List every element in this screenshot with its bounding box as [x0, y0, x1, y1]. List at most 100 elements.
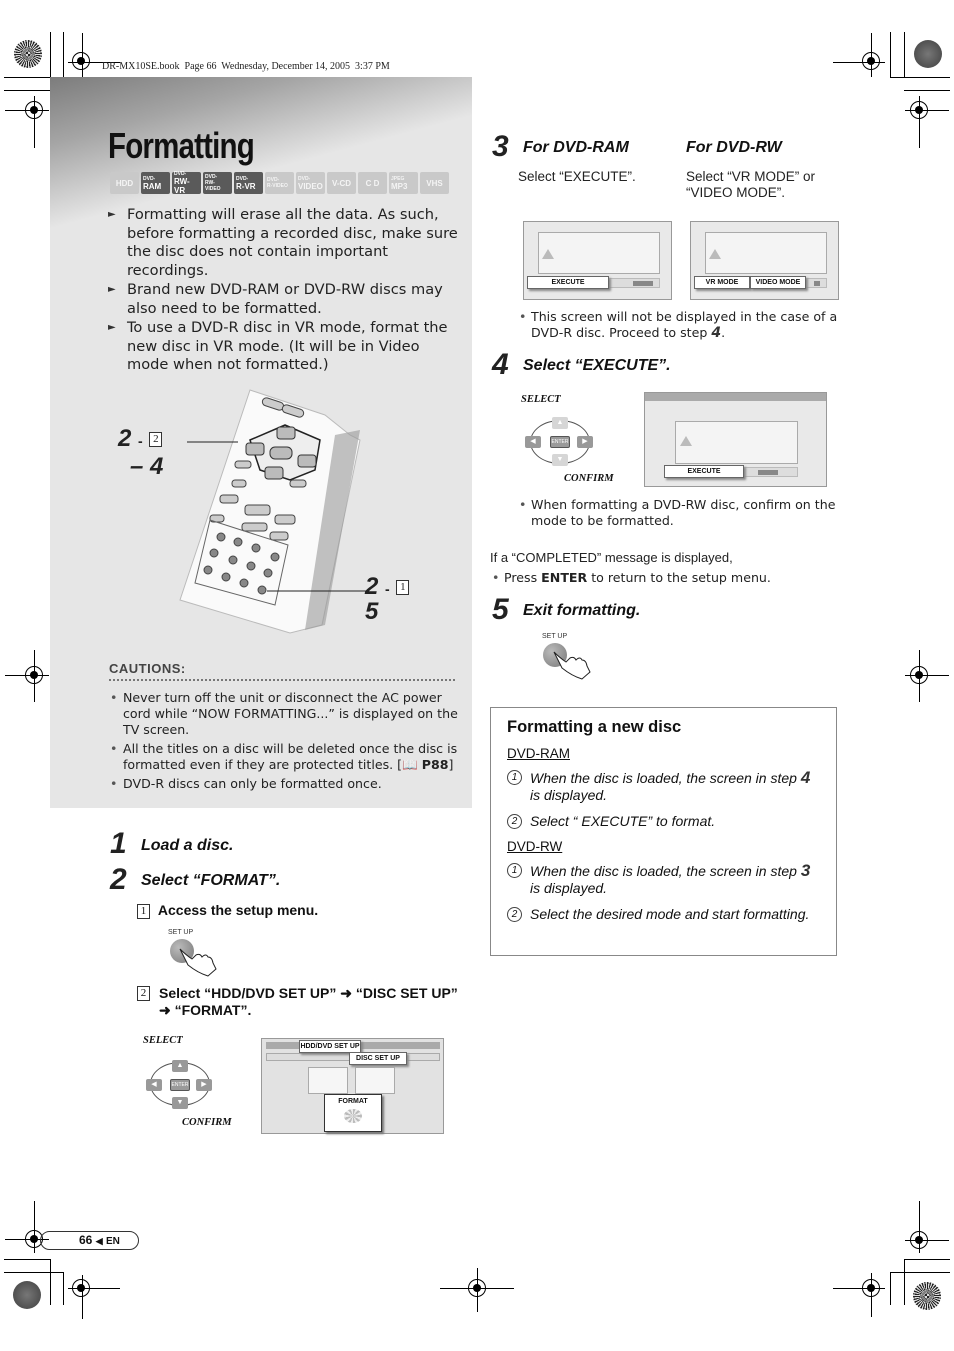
disc-badge: DVD- R-VIDEO [265, 172, 294, 194]
formatting-new-disc-box: Formatting a new disc DVD-RAM 1 When the… [490, 707, 837, 956]
step3-note: This screen will not be displayed in the… [517, 309, 839, 341]
page-title: Formatting [108, 125, 255, 166]
infobox-item: 1 When the disc is loaded, the screen in… [507, 769, 820, 804]
circled-number: 1 [507, 863, 522, 878]
disc-badge: HDD [110, 172, 139, 194]
vr-mode-option: VR MODE [694, 276, 750, 289]
step-number: 3 [492, 130, 509, 163]
left-triangle-icon: ◀ [95, 1236, 103, 1246]
intro-bullets: ► Formatting will erase all the data. As … [108, 206, 458, 376]
up-arrow-icon: ▲ [172, 1060, 188, 1072]
print-header: DR-MX10SE.book Page 66 Wednesday, Decemb… [102, 61, 390, 72]
warning-icon [709, 249, 721, 259]
select-label: SELECT [143, 1035, 183, 1046]
substep-1: 1 Access the setup menu. [137, 902, 318, 919]
dvd-ram-instruction: Select “EXECUTE”. [518, 169, 636, 184]
registration-disc-icon [14, 40, 42, 68]
execute-screen: EXECUTE [644, 392, 827, 487]
format-option: FORMAT [324, 1094, 382, 1132]
dvd-rw-instruction: Select “VR MODE” or “VIDEO MODE”. [686, 169, 816, 200]
step-number: 5 [492, 593, 509, 626]
disc-badge: DVD- R-VR [234, 172, 263, 194]
disc-badge: DVD- RW-VIDEO [203, 172, 232, 194]
step-title: Select “EXECUTE”. [523, 357, 671, 374]
disc-icon [344, 1109, 362, 1123]
execute-option: EXECUTE [664, 465, 744, 478]
caution-item: Never turn off the unit or disconnect th… [109, 690, 459, 738]
page-number-pill: 66 ◀ EN [40, 1231, 139, 1250]
page-number: 66 [79, 1233, 93, 1247]
substep-box: 1 [396, 580, 410, 596]
remote-control-illustration: 2 - 2 – 4 2 - 1 5 [110, 385, 450, 645]
confirm-label: CONFIRM [564, 473, 614, 484]
step-number: 2 [110, 863, 127, 896]
circled-number: 2 [507, 814, 522, 829]
setup-menu-screen: HDD/DVD SET UP DISC SET UP FORMAT [261, 1038, 444, 1134]
completed-bullet: Press ENTER to return to the setup menu. [490, 570, 820, 586]
caution-item: DVD-R discs can only be formatted once. [109, 776, 459, 792]
intro-bullet: ► Formatting will erase all the data. As … [108, 206, 458, 279]
cautions-list: Never turn off the unit or disconnect th… [109, 690, 459, 795]
callout-upper: 2 - 2 [118, 425, 163, 453]
dvd-rw-heading: For DVD-RW [686, 139, 782, 156]
disc-badge: DVD- RAM [141, 172, 170, 194]
setup-label: SET UP [168, 929, 194, 936]
infobox-title: Formatting a new disc [507, 718, 682, 736]
circled-number: 2 [507, 907, 522, 922]
step-title: Load a disc. [141, 837, 234, 854]
triangle-bullet-icon: ► [108, 284, 116, 295]
dpad-illustration: ▲ ◀ ▶ ▼ ENTER [140, 1050, 220, 1120]
left-arrow-icon: ◀ [525, 436, 541, 448]
dvd-rw-subheading: DVD-RW [507, 839, 563, 854]
warning-icon [680, 436, 692, 446]
up-arrow-icon: ▲ [552, 417, 568, 429]
setup-label: SET UP [542, 633, 568, 640]
enter-key-icon: ENTER [170, 1079, 190, 1091]
caution-item: All the titles on a disc will be deleted… [109, 741, 459, 773]
disc-compatibility-badges: HDD DVD- RAM DVD- RW-VR DVD- RW-VIDEO DVD- R-VR D… [110, 171, 449, 195]
video-mode-option: VIDEO MODE [750, 276, 806, 289]
right-arrow-icon: ▶ [577, 436, 593, 448]
disc-badge: VHS [420, 172, 449, 194]
triangle-bullet-icon: ► [108, 209, 116, 220]
select-label: SELECT [521, 394, 561, 405]
cautions-title: CAUTIONS: [109, 661, 186, 676]
execute-option: EXECUTE [527, 276, 609, 289]
disc-badge: DVD- RW-VR [172, 171, 201, 195]
disc-badge: V-CD [327, 172, 356, 194]
hand-pointer-icon [553, 651, 591, 680]
down-arrow-icon: ▼ [172, 1097, 188, 1109]
enter-key-label: ENTER [541, 570, 588, 585]
substep-box: 2 [137, 986, 150, 1001]
dvd-ram-heading: For DVD-RAM [523, 139, 629, 156]
infobox-item: 2 Select “ EXECUTE” to format. [507, 813, 820, 830]
menu-tab-disc-setup: DISC SET UP [349, 1052, 407, 1065]
dotted-divider [109, 679, 455, 681]
language-code: EN [105, 1236, 120, 1247]
dvd-rw-screen: VR MODE VIDEO MODE [690, 221, 839, 300]
triangle-bullet-icon: ► [108, 322, 116, 333]
right-arrow-icon: ▶ [196, 1079, 212, 1091]
intro-bullet: ► To use a DVD-R disc in VR mode, format … [108, 319, 448, 373]
infobox-item: 2 Select the desired mode and start form… [507, 906, 820, 923]
disc-badge: JPEG MP3 [389, 172, 418, 194]
disc-badge: C D [358, 172, 387, 194]
completed-message: If a “COMPLETED” message is displayed, [490, 550, 733, 565]
registration-disc-icon [13, 1281, 41, 1309]
infobox-item: 1 When the disc is loaded, the screen in… [507, 862, 820, 897]
step4-note: When formatting a DVD-RW disc, confirm o… [517, 497, 839, 529]
hand-pointer-icon [179, 948, 217, 977]
substep-box: 2 [149, 432, 163, 448]
callout-lower-extra: 5 [365, 598, 379, 625]
warning-icon [542, 249, 554, 259]
intro-bullet: ► Brand new DVD-RAM or DVD-RW discs may a… [108, 281, 443, 317]
circled-number: 1 [507, 770, 522, 785]
disc-badge: DVD- VIDEO [296, 172, 325, 194]
dvd-ram-subheading: DVD-RAM [507, 746, 570, 761]
dvd-ram-screen: EXECUTE [523, 221, 672, 300]
down-arrow-icon: ▼ [552, 454, 568, 466]
left-arrow-icon: ◀ [146, 1079, 162, 1091]
step-title: Select “FORMAT”. [141, 872, 281, 889]
book-icon: 📖 [402, 757, 418, 772]
registration-disc-icon [913, 1282, 941, 1310]
